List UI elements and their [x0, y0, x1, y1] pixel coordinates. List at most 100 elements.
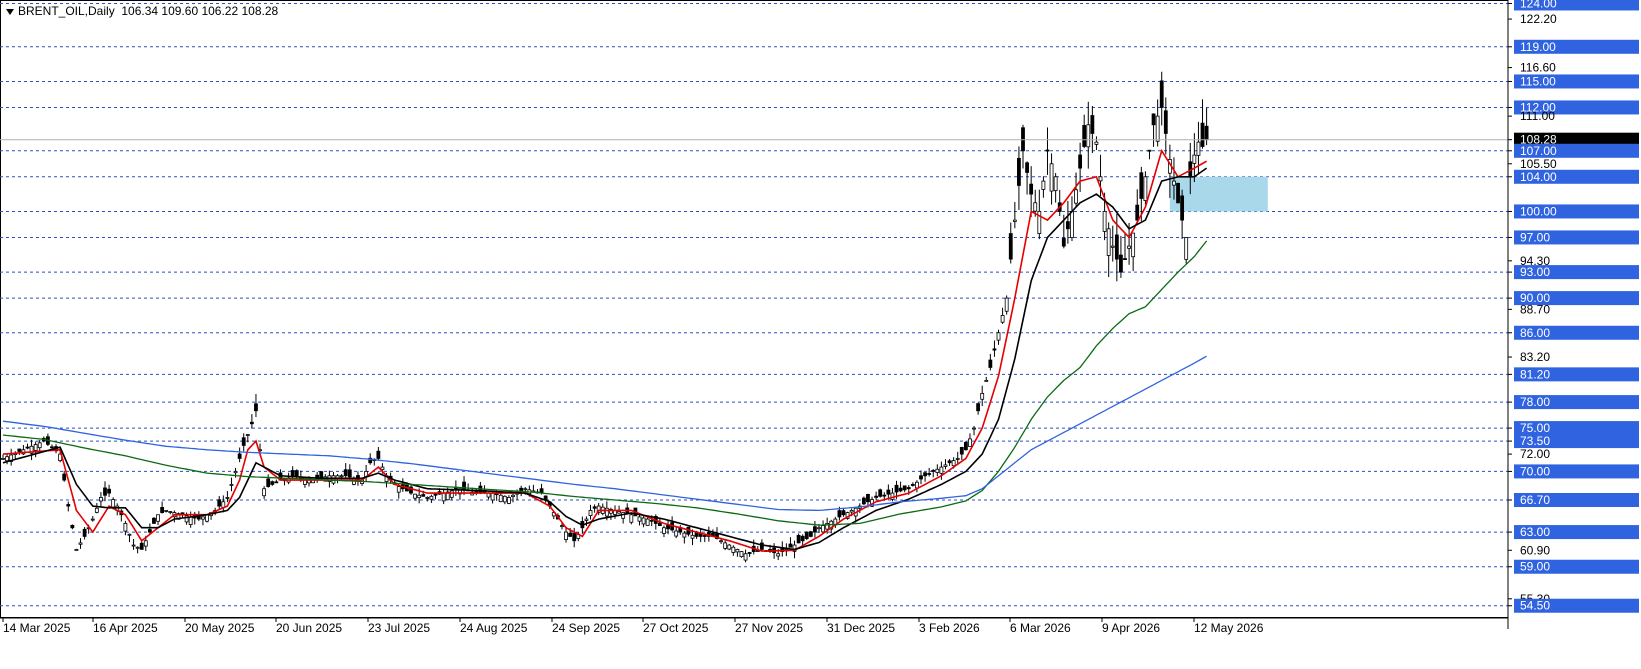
chart-header: BRENT_OIL,Daily 106.34 109.60 106.22 108… [6, 4, 278, 18]
candle-body [511, 494, 515, 498]
candle-body [861, 497, 866, 505]
candle-body [910, 484, 915, 486]
candle-body [874, 495, 879, 498]
candle-body [66, 504, 71, 507]
candle-body [841, 510, 846, 516]
time-label: 23 Jul 2025 [368, 621, 430, 635]
candle-body [90, 518, 95, 521]
candle-body [963, 441, 968, 451]
candle-body [94, 507, 99, 513]
price-label: 75.00 [1520, 421, 1550, 435]
candle-body [1123, 258, 1127, 260]
candle-body [1, 458, 5, 460]
candle-body [955, 458, 960, 460]
candle-body [201, 516, 205, 520]
candle-body [245, 434, 250, 436]
candle-body [519, 487, 524, 492]
candle-body [723, 542, 728, 549]
moving-average-line-2 [2, 167, 1208, 551]
candle-body [127, 533, 132, 536]
candle-body [939, 466, 944, 474]
candle-body [225, 497, 230, 499]
moving-average-line-3 [2, 240, 1208, 526]
price-label: 97.00 [1520, 230, 1550, 244]
price-label: 116.60 [1520, 61, 1556, 75]
candle-body [1025, 162, 1029, 173]
candle-body [1029, 183, 1034, 195]
candle-body [735, 549, 740, 553]
time-label: 24 Aug 2025 [460, 621, 528, 635]
price-chart[interactable]: 124.00122.20119.00116.60115.00112.00111.… [0, 0, 1641, 669]
candle-body [1049, 163, 1054, 192]
candle-body [107, 488, 111, 494]
price-label: 83.20 [1520, 350, 1550, 364]
candle-body [147, 529, 152, 533]
candle-body [319, 471, 324, 479]
candle-body [674, 530, 679, 537]
candle-body [50, 446, 54, 449]
candle-body [294, 470, 299, 477]
candle-body [866, 493, 870, 503]
candle-body [1151, 113, 1156, 126]
candle-body [1176, 182, 1180, 204]
candle-body [429, 495, 434, 500]
price-label: 119.00 [1520, 40, 1556, 54]
price-label: 73.50 [1520, 434, 1550, 448]
candle-body [543, 495, 548, 500]
candle-body [188, 516, 193, 525]
candle-body [604, 507, 609, 517]
candle-body [645, 518, 650, 526]
candle-body [796, 534, 801, 544]
candle-body [507, 497, 511, 504]
time-label: 27 Nov 2025 [735, 621, 803, 635]
time-label: 20 May 2025 [185, 621, 255, 635]
candle-body [1114, 234, 1119, 260]
candle-body [682, 532, 687, 538]
candle-body [1184, 237, 1189, 260]
support-zone [1169, 176, 1268, 212]
moving-average-line-1 [2, 148, 1207, 552]
candle-body [747, 552, 752, 554]
candle-body [690, 534, 695, 539]
candle-body [17, 448, 22, 452]
candle-body [906, 487, 911, 490]
candle-body [1200, 122, 1205, 147]
candle-body [1033, 202, 1038, 212]
price-label: 107.00 [1520, 144, 1557, 158]
time-label: 3 Feb 2026 [919, 621, 980, 635]
candle-body [339, 475, 344, 478]
candle-body [731, 546, 736, 553]
price-label: 60.90 [1520, 543, 1550, 557]
candle-body [1196, 141, 1201, 156]
candle-body [984, 380, 989, 382]
candle-body [931, 469, 936, 472]
candle-body [462, 481, 466, 491]
candle-body [878, 489, 883, 497]
price-label: 111.00 [1520, 109, 1555, 123]
candle-body [1061, 237, 1066, 247]
candle-body [425, 497, 430, 499]
candle-body [1000, 315, 1005, 323]
candle-body [1065, 221, 1070, 230]
candle-body [343, 469, 348, 477]
candle-body [396, 486, 401, 493]
candle-body [980, 393, 985, 400]
candle-body [849, 510, 854, 513]
symbol-label: BRENT_OIL,Daily [18, 4, 115, 18]
candle-body [205, 514, 209, 522]
candle-body [417, 494, 422, 499]
candle-body [156, 514, 160, 522]
candle-body [592, 506, 597, 509]
candle-body [249, 421, 254, 425]
candle-body [1180, 195, 1185, 221]
candle-body [274, 481, 279, 484]
candle-body [502, 495, 507, 503]
candle-body [99, 497, 103, 502]
candle-body [1045, 149, 1050, 152]
candle-body [719, 540, 723, 543]
candle-body [759, 542, 764, 550]
menu-triangle-icon[interactable] [6, 8, 14, 15]
candle-body [1159, 80, 1164, 108]
candle-body [886, 489, 891, 495]
time-label: 16 Apr 2025 [93, 621, 158, 635]
